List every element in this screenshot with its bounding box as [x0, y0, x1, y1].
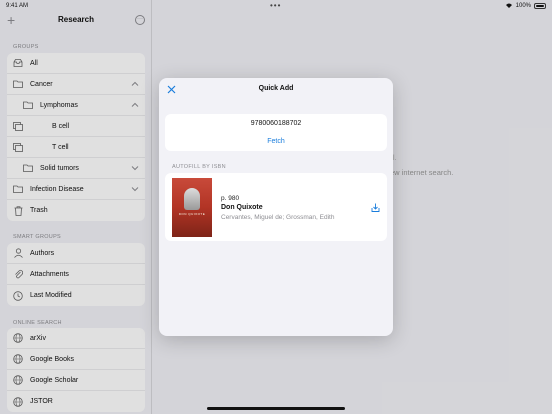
multitasking-dots-icon[interactable]: •••: [270, 1, 281, 10]
fetch-button[interactable]: Fetch: [165, 138, 387, 145]
status-bar: 9:41 AM ••• 100%: [0, 0, 552, 12]
autofill-section-label: AUTOFILL BY ISBN: [172, 164, 226, 170]
home-indicator[interactable]: [207, 407, 345, 410]
dialog-title: Quick Add: [258, 85, 294, 92]
battery-percent: 100%: [515, 3, 531, 9]
import-icon[interactable]: [371, 203, 380, 212]
cover-title-text: DON QUIXOTE: [178, 212, 206, 216]
isbn-field[interactable]: 9780060188702: [165, 120, 387, 127]
status-indicators: 100%: [505, 2, 546, 10]
helmet-illustration: [184, 188, 200, 210]
dialog-header: Quick Add: [159, 78, 393, 100]
battery-icon: [534, 3, 546, 9]
book-authors: Cervantes, Miguel de; Grossman, Edith: [221, 214, 335, 221]
isbn-result-item[interactable]: DON QUIXOTE p. 980 Don Quixote Cervantes…: [165, 173, 387, 241]
isbn-card: 9780060188702 Fetch: [165, 114, 387, 151]
book-pages: p. 980: [221, 195, 240, 202]
wifi-icon: [505, 2, 513, 10]
book-title: Don Quixote: [221, 204, 263, 211]
book-cover-image: DON QUIXOTE: [172, 178, 212, 237]
quick-add-dialog: Quick Add 9780060188702 Fetch AUTOFILL B…: [159, 78, 393, 336]
status-time: 9:41 AM: [6, 3, 29, 9]
